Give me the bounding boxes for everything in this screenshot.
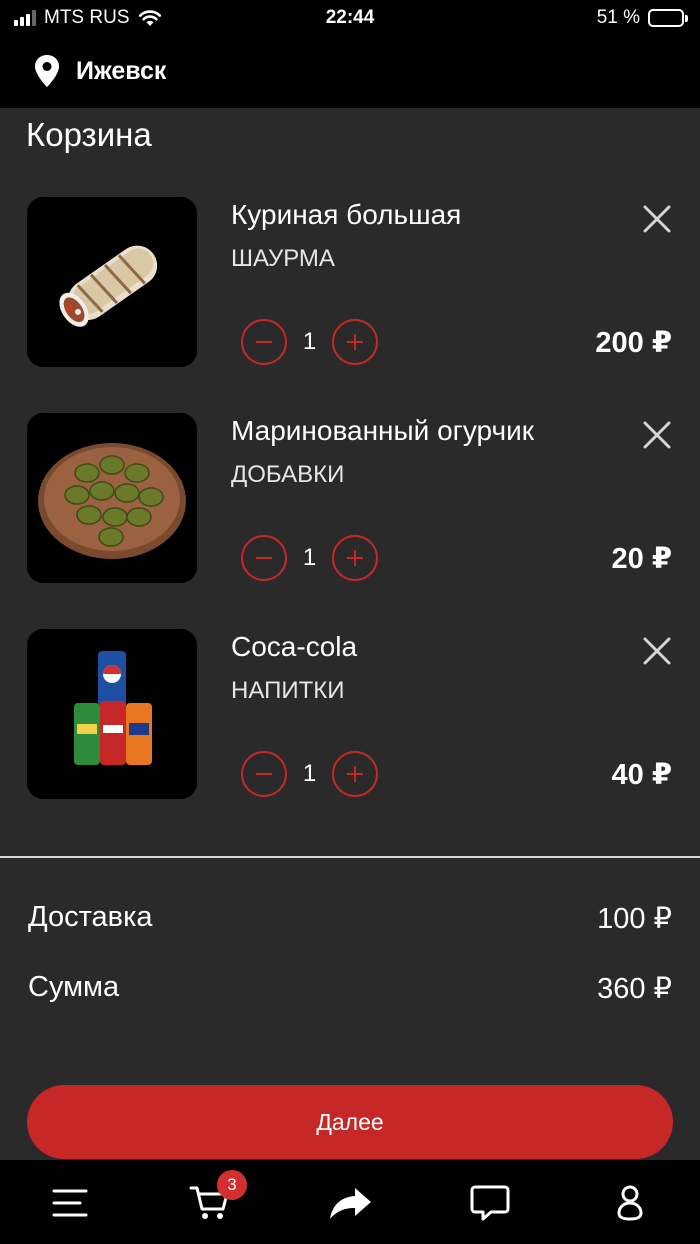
decrease-quantity-button[interactable] bbox=[241, 535, 287, 581]
total-row: Сумма 360 ₽ bbox=[28, 971, 672, 1006]
battery-percent: 51 % bbox=[596, 7, 640, 28]
total-value: 360 ₽ bbox=[597, 973, 672, 1005]
app-header: Ижевск bbox=[0, 38, 700, 108]
item-price: 20 ₽ bbox=[611, 543, 673, 575]
remove-item-icon[interactable] bbox=[640, 418, 674, 452]
delivery-value: 100 ₽ bbox=[597, 903, 672, 935]
total-label: Сумма bbox=[28, 971, 120, 1003]
item-price: 40 ₽ bbox=[611, 759, 673, 791]
tab-share[interactable] bbox=[325, 1178, 375, 1228]
cart-item: Куриная большая ШАУРМА 1 200 ₽ bbox=[0, 197, 700, 367]
increase-quantity-button[interactable] bbox=[332, 319, 378, 365]
quantity-value: 1 bbox=[302, 544, 317, 571]
item-category: НАПИТКИ bbox=[231, 677, 345, 704]
remove-item-icon[interactable] bbox=[640, 202, 674, 236]
delivery-row: Доставка 100 ₽ bbox=[28, 901, 672, 936]
item-category: ДОБАВКИ bbox=[231, 461, 345, 488]
quantity-stepper: 1 bbox=[241, 319, 378, 365]
tab-menu[interactable] bbox=[45, 1178, 95, 1228]
tab-profile[interactable] bbox=[605, 1178, 655, 1228]
location-pin-icon bbox=[35, 55, 59, 87]
status-bar: MTS RUS 22:44 51 % bbox=[0, 0, 700, 38]
product-image-drinks bbox=[27, 629, 197, 799]
city-name: Ижевск bbox=[76, 56, 167, 85]
profile-icon bbox=[617, 1185, 643, 1221]
item-name: Маринованный огурчик bbox=[231, 415, 534, 446]
product-image-pickles bbox=[27, 413, 197, 583]
tab-bar: 3 bbox=[0, 1160, 700, 1244]
page-title: Корзина bbox=[26, 116, 152, 153]
cart-screen: Корзина Куриная большая ШАУРМА 1 200 ₽ М… bbox=[0, 108, 700, 1160]
decrease-quantity-button[interactable] bbox=[241, 319, 287, 365]
quantity-stepper: 1 bbox=[241, 751, 378, 797]
cart-item: Маринованный огурчик ДОБАВКИ 1 20 ₽ bbox=[0, 413, 700, 583]
cart-item: Coca-cola НАПИТКИ 1 40 ₽ bbox=[0, 629, 700, 799]
increase-quantity-button[interactable] bbox=[332, 751, 378, 797]
item-name: Coca-cola bbox=[231, 631, 358, 662]
status-right: 51 % bbox=[596, 7, 688, 29]
share-icon bbox=[330, 1188, 371, 1219]
quantity-value: 1 bbox=[302, 760, 317, 787]
item-name: Куриная большая bbox=[231, 199, 462, 230]
item-price: 200 ₽ bbox=[595, 327, 672, 359]
tab-cart[interactable]: 3 bbox=[185, 1170, 247, 1228]
battery-icon bbox=[648, 9, 688, 27]
product-image-shawarma bbox=[27, 197, 197, 367]
remove-item-icon[interactable] bbox=[640, 634, 674, 668]
quantity-value: 1 bbox=[302, 328, 317, 355]
decrease-quantity-button[interactable] bbox=[241, 751, 287, 797]
cart-badge: 3 bbox=[217, 1170, 247, 1200]
increase-quantity-button[interactable] bbox=[332, 535, 378, 581]
status-time: 22:44 bbox=[325, 7, 375, 28]
chat-icon bbox=[470, 1185, 510, 1221]
quantity-stepper: 1 bbox=[241, 535, 378, 581]
tab-chat[interactable] bbox=[465, 1178, 515, 1228]
divider bbox=[0, 856, 700, 858]
item-category: ШАУРМА bbox=[231, 245, 335, 272]
menu-icon bbox=[52, 1189, 88, 1217]
city-selector[interactable]: Ижевск bbox=[34, 54, 166, 88]
next-button[interactable]: Далее bbox=[27, 1085, 673, 1159]
delivery-label: Доставка bbox=[28, 901, 153, 933]
